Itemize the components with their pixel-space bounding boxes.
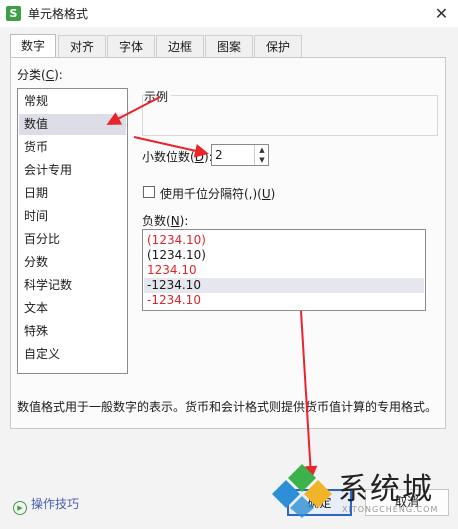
app-logo-icon: S — [6, 6, 21, 21]
tab-protection[interactable]: 保护 — [254, 35, 302, 57]
negative-option[interactable]: (1234.10) — [144, 248, 424, 263]
negative-numbers-list[interactable]: (1234.10) (1234.10) 1234.10 -1234.10 -12… — [142, 229, 426, 311]
play-circle-icon: ▶ — [13, 501, 27, 515]
category-item-special[interactable]: 特殊 — [19, 321, 126, 342]
sample-box — [142, 95, 438, 136]
category-item-date[interactable]: 日期 — [19, 183, 126, 204]
sample-label: 示例 — [144, 88, 172, 105]
decimal-places-stepper: ▲ ▼ — [254, 145, 268, 165]
ok-button[interactable]: 确定 — [287, 489, 352, 516]
category-item-accounting[interactable]: 会计专用 — [19, 160, 126, 181]
stepper-down-icon[interactable]: ▼ — [254, 155, 269, 165]
title-bar: S 单元格格式 ✕ — [0, 0, 458, 27]
category-item-number[interactable]: 数值 — [19, 114, 126, 135]
negative-option[interactable]: -1234.10 — [144, 293, 424, 308]
close-button[interactable]: ✕ — [425, 0, 458, 27]
category-item-currency[interactable]: 货币 — [19, 137, 126, 158]
tips-link[interactable]: ▶ 操作技巧 — [13, 495, 79, 515]
category-item-custom[interactable]: 自定义 — [19, 344, 126, 365]
thousands-separator-label: 使用千位分隔符(,)(U) — [160, 187, 276, 201]
format-description: 数值格式用于一般数字的表示。货币和会计格式则提供货币值计算的专用格式。 — [17, 400, 438, 414]
category-label: 分类(C): — [17, 68, 63, 82]
negative-option-selected[interactable]: -1234.10 — [144, 278, 424, 293]
thousands-separator-checkbox[interactable] — [143, 186, 155, 198]
tab-font[interactable]: 字体 — [107, 35, 155, 57]
category-list[interactable]: 常规 数值 货币 会计专用 日期 时间 百分比 分数 科学记数 文本 特殊 自定… — [17, 88, 128, 374]
stepper-up-icon[interactable]: ▲ — [254, 145, 269, 155]
negative-option[interactable]: (1234.10) — [144, 233, 424, 248]
category-item-time[interactable]: 时间 — [19, 206, 126, 227]
tab-number[interactable]: 数字 — [10, 34, 56, 58]
decimal-places-label: 小数位数(D): — [142, 150, 213, 164]
category-item-general[interactable]: 常规 — [19, 91, 126, 112]
negative-numbers-label: 负数(N): — [142, 214, 189, 228]
category-item-fraction[interactable]: 分数 — [19, 252, 126, 273]
tab-border[interactable]: 边框 — [156, 35, 204, 57]
category-item-scientific[interactable]: 科学记数 — [19, 275, 126, 296]
tab-alignment[interactable]: 对齐 — [58, 35, 106, 57]
category-item-text[interactable]: 文本 — [19, 298, 126, 319]
negative-option[interactable]: 1234.10 — [144, 263, 424, 278]
dialog-title: 单元格格式 — [28, 7, 89, 21]
tab-pattern[interactable]: 图案 — [205, 35, 253, 57]
cancel-button[interactable]: 取消 — [365, 489, 449, 516]
category-item-percentage[interactable]: 百分比 — [19, 229, 126, 250]
